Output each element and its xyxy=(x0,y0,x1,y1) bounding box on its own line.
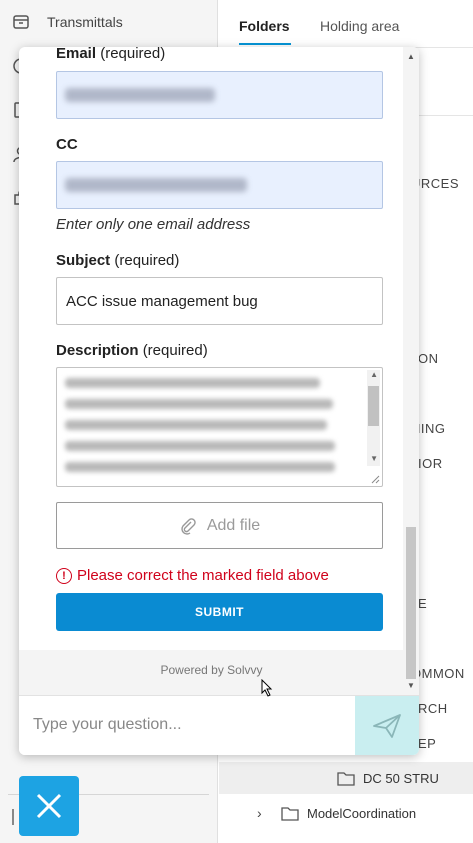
tree-row-label: DC 50 STRU xyxy=(363,770,439,786)
redacted-email xyxy=(65,178,247,192)
paperclip-icon xyxy=(181,517,196,535)
tree-row[interactable]: DC 50 STRU xyxy=(219,762,473,794)
description-field[interactable]: ▲ ▼ xyxy=(56,367,383,487)
tree-item-fragment[interactable]: IOR xyxy=(418,456,443,471)
subject-value: ACC issue management bug xyxy=(66,293,258,310)
inbox-icon xyxy=(13,15,29,29)
widget-scrollbar[interactable]: ▲ ▼ xyxy=(403,47,419,695)
powered-by[interactable]: Powered by Solvvy xyxy=(19,663,404,677)
active-tab-indicator xyxy=(239,43,291,45)
tab-folders[interactable]: Folders xyxy=(239,18,290,34)
tab-bar: Folders Holding area xyxy=(219,0,473,48)
tree-item-fragment[interactable]: E xyxy=(418,596,427,611)
add-file-label: Add file xyxy=(206,516,261,534)
email-label: Email (required) xyxy=(56,47,166,62)
contact-form: Email (required) CC Enter only one email… xyxy=(28,47,393,650)
tab-holding-area[interactable]: Holding area xyxy=(320,18,399,34)
widget-scroll-thumb[interactable] xyxy=(406,527,416,679)
resize-handle-icon[interactable] xyxy=(370,474,380,484)
cc-hint: Enter only one email address xyxy=(56,216,251,233)
subject-label: Subject (required) xyxy=(56,252,180,269)
sidebar-item-label: Transmittals xyxy=(47,14,123,30)
redacted-text xyxy=(65,441,335,451)
error-message: ! Please correct the marked field above xyxy=(56,567,329,584)
collapse-handle[interactable] xyxy=(12,809,14,825)
tree-item-fragment[interactable]: ON xyxy=(418,351,439,366)
question-input[interactable]: Type your question... xyxy=(33,716,182,734)
sidebar-item-transmittals[interactable]: Transmittals xyxy=(0,2,218,42)
close-icon xyxy=(36,793,62,819)
scroll-up-icon[interactable]: ▲ xyxy=(370,370,378,379)
chat-composer: Type your question... xyxy=(19,695,419,755)
email-field[interactable] xyxy=(56,71,383,119)
redacted-email xyxy=(65,88,215,102)
scroll-down-icon[interactable]: ▼ xyxy=(370,454,378,463)
tree-item-fragment[interactable]: EP xyxy=(418,736,436,751)
scroll-up-icon[interactable]: ▲ xyxy=(407,52,415,61)
alert-icon: ! xyxy=(56,567,72,584)
folder-icon xyxy=(337,772,355,786)
submit-button[interactable]: SUBMIT xyxy=(56,593,383,631)
subject-field[interactable]: ACC issue management bug xyxy=(56,277,383,325)
folder-icon xyxy=(281,807,299,821)
tree-item-fragment[interactable]: OMMON xyxy=(411,666,465,681)
tree-item-fragment[interactable]: RCH xyxy=(418,701,448,716)
support-widget: Email (required) CC Enter only one email… xyxy=(19,47,419,755)
send-icon xyxy=(373,714,401,738)
redacted-text xyxy=(65,420,327,430)
tree-row-label: ModelCoordination xyxy=(307,805,417,821)
mouse-cursor-icon xyxy=(261,679,273,697)
tree-row[interactable]: › ModelCoordination xyxy=(219,797,473,829)
send-button[interactable] xyxy=(355,696,419,755)
redacted-text xyxy=(65,399,333,409)
cc-field[interactable] xyxy=(56,161,383,209)
scroll-down-icon[interactable]: ▼ xyxy=(407,681,415,690)
description-label: Description (required) xyxy=(56,342,208,359)
redacted-text xyxy=(65,378,320,388)
chevron-right-icon[interactable]: › xyxy=(257,805,262,821)
add-file-button[interactable]: Add file xyxy=(56,502,383,549)
close-widget-button[interactable] xyxy=(19,776,79,836)
description-scroll-thumb[interactable] xyxy=(368,386,379,426)
error-text: Please correct the marked field above xyxy=(77,567,329,584)
cc-label: CC xyxy=(56,136,78,153)
redacted-text xyxy=(65,462,335,472)
